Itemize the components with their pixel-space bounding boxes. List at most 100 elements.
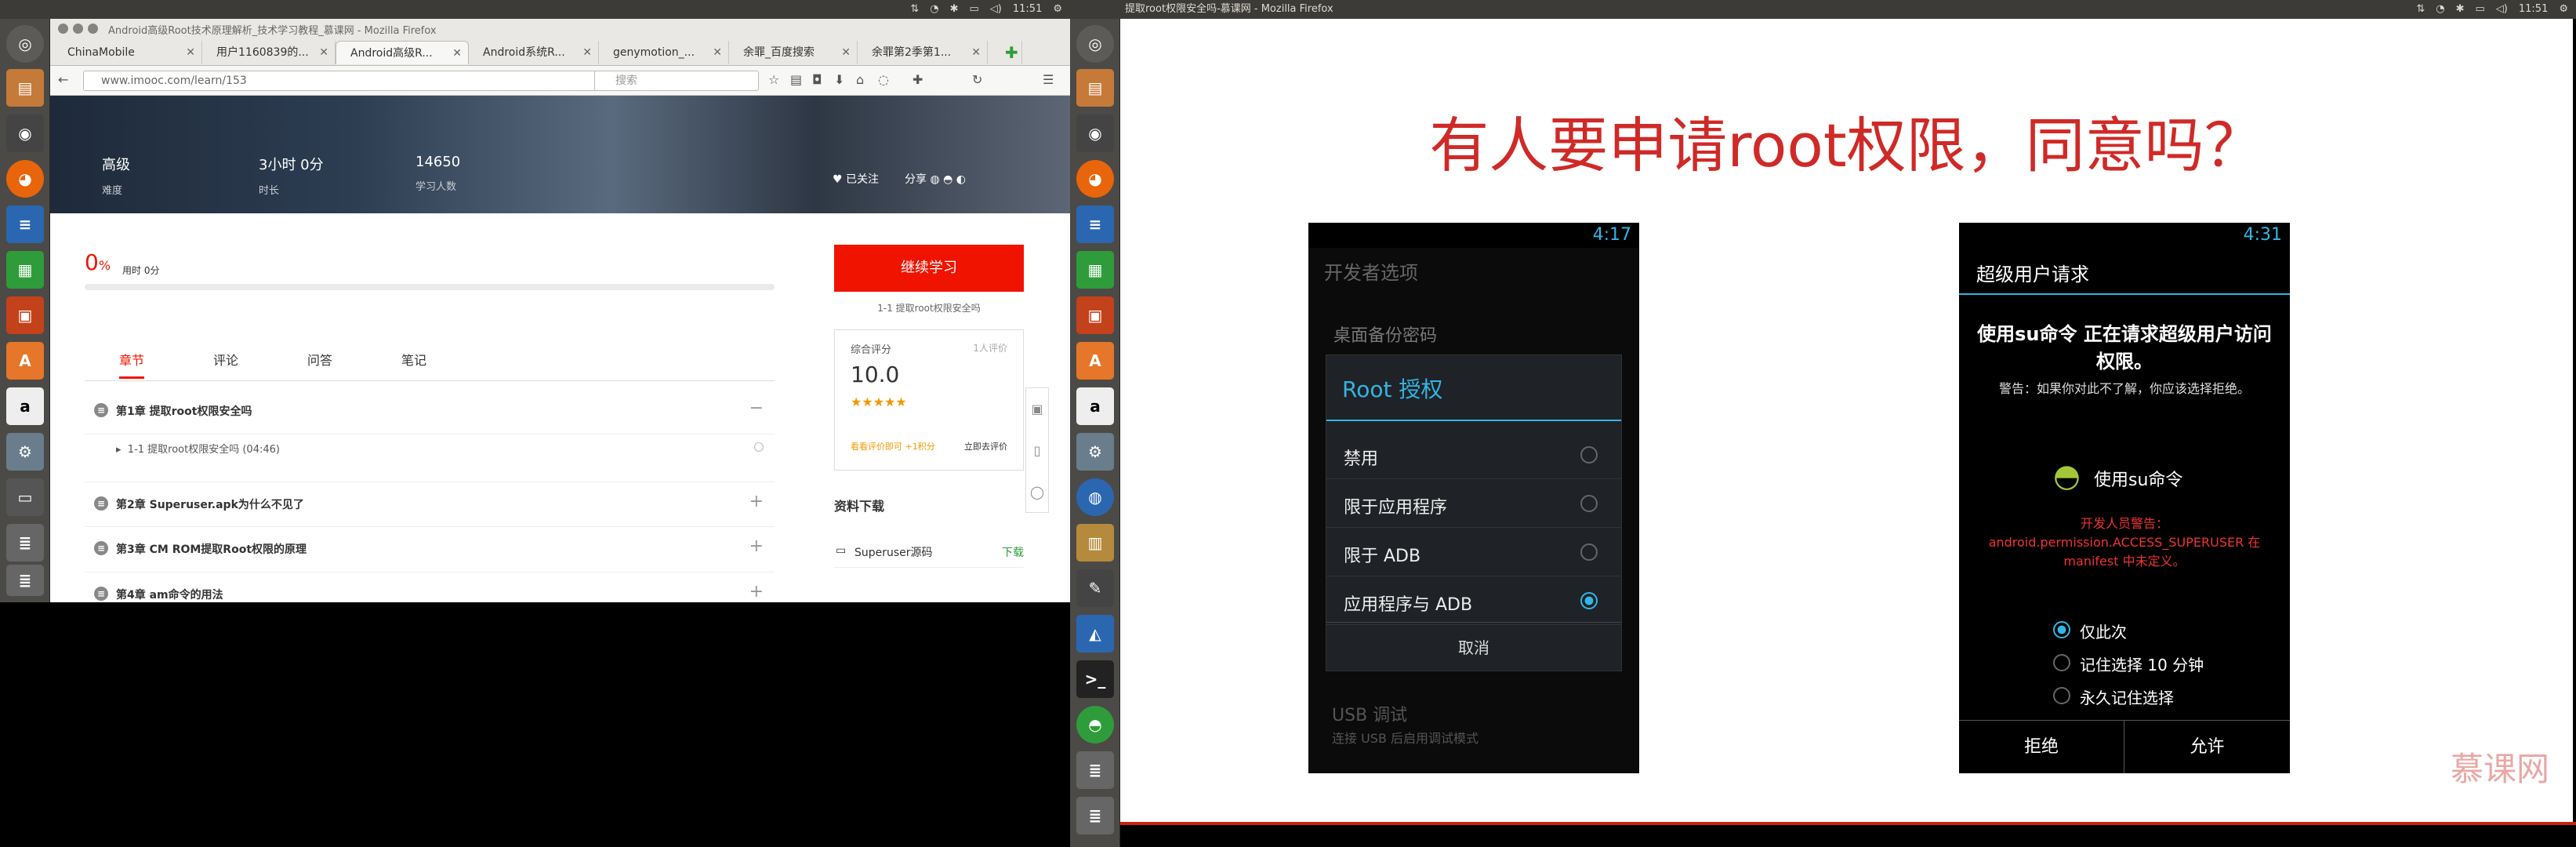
bluetooth-icon[interactable]: ✱ — [950, 0, 959, 19]
impress-icon[interactable]: ▣ — [1076, 296, 1114, 334]
impress-icon[interactable]: ▣ — [6, 296, 44, 334]
wechat-icon[interactable]: ◍ — [930, 173, 939, 186]
minimize-window-button[interactable] — [73, 24, 83, 34]
calc-icon[interactable]: ▦ — [6, 251, 44, 289]
stack-icon[interactable]: ≣ — [1076, 751, 1114, 789]
clock[interactable]: 11:51 — [2519, 0, 2548, 19]
battery-icon[interactable]: ▭ — [2476, 0, 2485, 19]
tab-qa[interactable]: 问答 — [307, 350, 332, 369]
su-option[interactable]: 永久记住选择 — [2053, 681, 2273, 712]
cancel-button[interactable]: 取消 — [1326, 622, 1621, 672]
su-option[interactable]: 仅此次 — [2053, 615, 2273, 646]
stack-icon[interactable]: ≣ — [6, 524, 44, 562]
system-tray[interactable]: ⇅ ◔ ✱ ▭ ◁) 11:51 ⚙ — [910, 0, 1062, 19]
pocket-icon[interactable]: ◘ — [812, 72, 822, 87]
disk-icon[interactable]: ◉ — [6, 115, 44, 152]
settings-icon[interactable]: ⚙ — [1076, 433, 1114, 471]
tab-5[interactable]: genymotion_... ✕ — [599, 41, 729, 64]
url-input[interactable]: www.imooc.com/learn/153 — [83, 71, 613, 91]
radio-button[interactable] — [2053, 687, 2070, 704]
reading-list-icon[interactable]: ▤ — [790, 72, 802, 87]
tab-1[interactable]: ChinaMobile ✕ — [53, 41, 202, 64]
amazon-icon[interactable]: a — [1076, 387, 1114, 425]
software-center-icon[interactable]: A — [1076, 342, 1114, 380]
sync-icon[interactable]: ↻ — [972, 72, 982, 87]
volume-icon[interactable]: ◁) — [2496, 0, 2508, 19]
bluetooth-icon[interactable]: ✱ — [2456, 0, 2465, 19]
files-icon[interactable]: ▤ — [6, 69, 44, 107]
root-option[interactable]: 限于 ADB — [1326, 528, 1621, 576]
menu-icon[interactable]: ☰ — [1043, 72, 1054, 87]
software-center-icon[interactable]: A — [6, 342, 44, 380]
close-window-button[interactable] — [58, 24, 68, 34]
gear-icon[interactable]: ⚙ — [2559, 0, 2568, 19]
stack-icon-2[interactable]: ≣ — [6, 565, 44, 596]
weibo-icon[interactable]: ◐ — [956, 173, 966, 186]
network-icon[interactable]: ⇅ — [2416, 0, 2425, 19]
system-tray[interactable]: ⇅ ◔ ✱ ▭ ◁) 11:51 ⚙ — [2416, 0, 2568, 19]
chat-icon[interactable]: ◯ — [1026, 471, 1048, 513]
radio-button[interactable] — [1580, 495, 1598, 512]
chapter-3[interactable]: ≡ 第3章 CM ROM提取Root权限的原理 + — [85, 527, 775, 573]
close-tab-icon[interactable]: ✕ — [971, 41, 981, 64]
network-icon[interactable]: ⇅ — [910, 0, 919, 19]
tab-4[interactable]: Android系统R... ✕ — [469, 41, 599, 64]
tools-icon[interactable]: ✎ — [1076, 569, 1114, 607]
qq-icon[interactable]: ◓ — [943, 173, 952, 186]
gear-icon[interactable]: ⚙ — [1053, 0, 1062, 19]
lesson-item[interactable]: ▸ 1-1 提取root权限安全吗 (04:46) — [116, 441, 280, 456]
root-option[interactable]: 应用程序与 ADB — [1326, 576, 1621, 625]
chromium-icon[interactable]: ◍ — [1076, 478, 1114, 516]
terminal-icon[interactable]: >_ — [1076, 660, 1114, 698]
firefox-icon[interactable]: ◕ — [6, 160, 44, 198]
follow-button[interactable]: ♥ 已关注 — [833, 171, 879, 187]
dash-icon[interactable]: ◎ — [6, 25, 44, 63]
root-option[interactable]: 限于应用程序 — [1326, 479, 1621, 528]
back-icon[interactable]: ← — [58, 72, 68, 87]
close-tab-icon[interactable]: ✕ — [186, 41, 195, 64]
dash-icon[interactable]: ◎ — [1076, 25, 1114, 63]
chapter-2[interactable]: ≡ 第2章 Superuser.apk为什么不见了 + — [85, 482, 775, 527]
disk-icon[interactable]: ◉ — [1076, 115, 1114, 152]
phone-icon[interactable]: ▯ — [1026, 430, 1048, 471]
eclipse-icon[interactable]: ◭ — [1076, 615, 1114, 653]
close-tab-icon[interactable]: ✕ — [841, 41, 851, 64]
files-icon[interactable]: ▤ — [1076, 69, 1114, 107]
star-icon[interactable]: ☆ — [768, 72, 779, 87]
amazon-icon[interactable]: a — [6, 387, 44, 425]
android-icon[interactable]: ◓ — [1076, 706, 1114, 743]
writer-icon[interactable]: ≡ — [6, 205, 44, 243]
chapter-1[interactable]: ≡ 第1章 提取root权限安全吗 − — [85, 389, 775, 434]
tab-notes[interactable]: 笔记 — [401, 350, 426, 369]
close-tab-icon[interactable]: ✕ — [713, 41, 722, 64]
chapter-4[interactable]: ≡ 第4章 am命令的用法 + — [85, 573, 775, 602]
expand-icon[interactable]: + — [749, 536, 764, 556]
close-tab-icon[interactable]: ✕ — [319, 41, 328, 64]
calc-icon[interactable]: ▦ — [1076, 251, 1114, 289]
download-icon[interactable]: ⬇ — [834, 72, 844, 87]
radio-button[interactable] — [1580, 543, 1598, 561]
drive-icon[interactable]: ▭ — [6, 478, 44, 516]
battery-icon[interactable]: ▭ — [970, 0, 979, 19]
archive-icon[interactable]: ▥ — [1076, 524, 1114, 562]
note-icon[interactable]: ▣ — [1026, 388, 1048, 430]
tab-chapters[interactable]: 章节 — [119, 350, 145, 379]
stack-icon-2[interactable]: ≣ — [1076, 797, 1114, 834]
radio-button[interactable] — [1580, 446, 1598, 463]
tab-7[interactable]: 余罪第2季第1... ✕ — [858, 41, 988, 64]
expand-icon[interactable]: + — [749, 492, 764, 511]
volume-icon[interactable]: ◁) — [990, 0, 1002, 19]
root-option[interactable]: 禁用 — [1326, 431, 1621, 479]
radio-button[interactable] — [2053, 621, 2070, 638]
home-icon[interactable]: ⌂ — [856, 72, 864, 87]
collapse-icon[interactable]: − — [749, 398, 764, 418]
wifi-icon[interactable]: ◔ — [930, 0, 938, 19]
download-link[interactable]: 下载 — [1002, 544, 1024, 560]
share-button[interactable]: 分享 ◍ ◓ ◐ — [905, 171, 966, 187]
chat-icon[interactable]: ◌ — [878, 72, 889, 87]
firefox-icon[interactable]: ◕ — [1076, 160, 1114, 198]
tab-6[interactable]: 余罪_百度搜索 ✕ — [729, 41, 858, 64]
settings-icon[interactable]: ⚙ — [6, 433, 44, 471]
radio-button[interactable] — [1580, 592, 1598, 609]
clock[interactable]: 11:51 — [1013, 0, 1042, 19]
